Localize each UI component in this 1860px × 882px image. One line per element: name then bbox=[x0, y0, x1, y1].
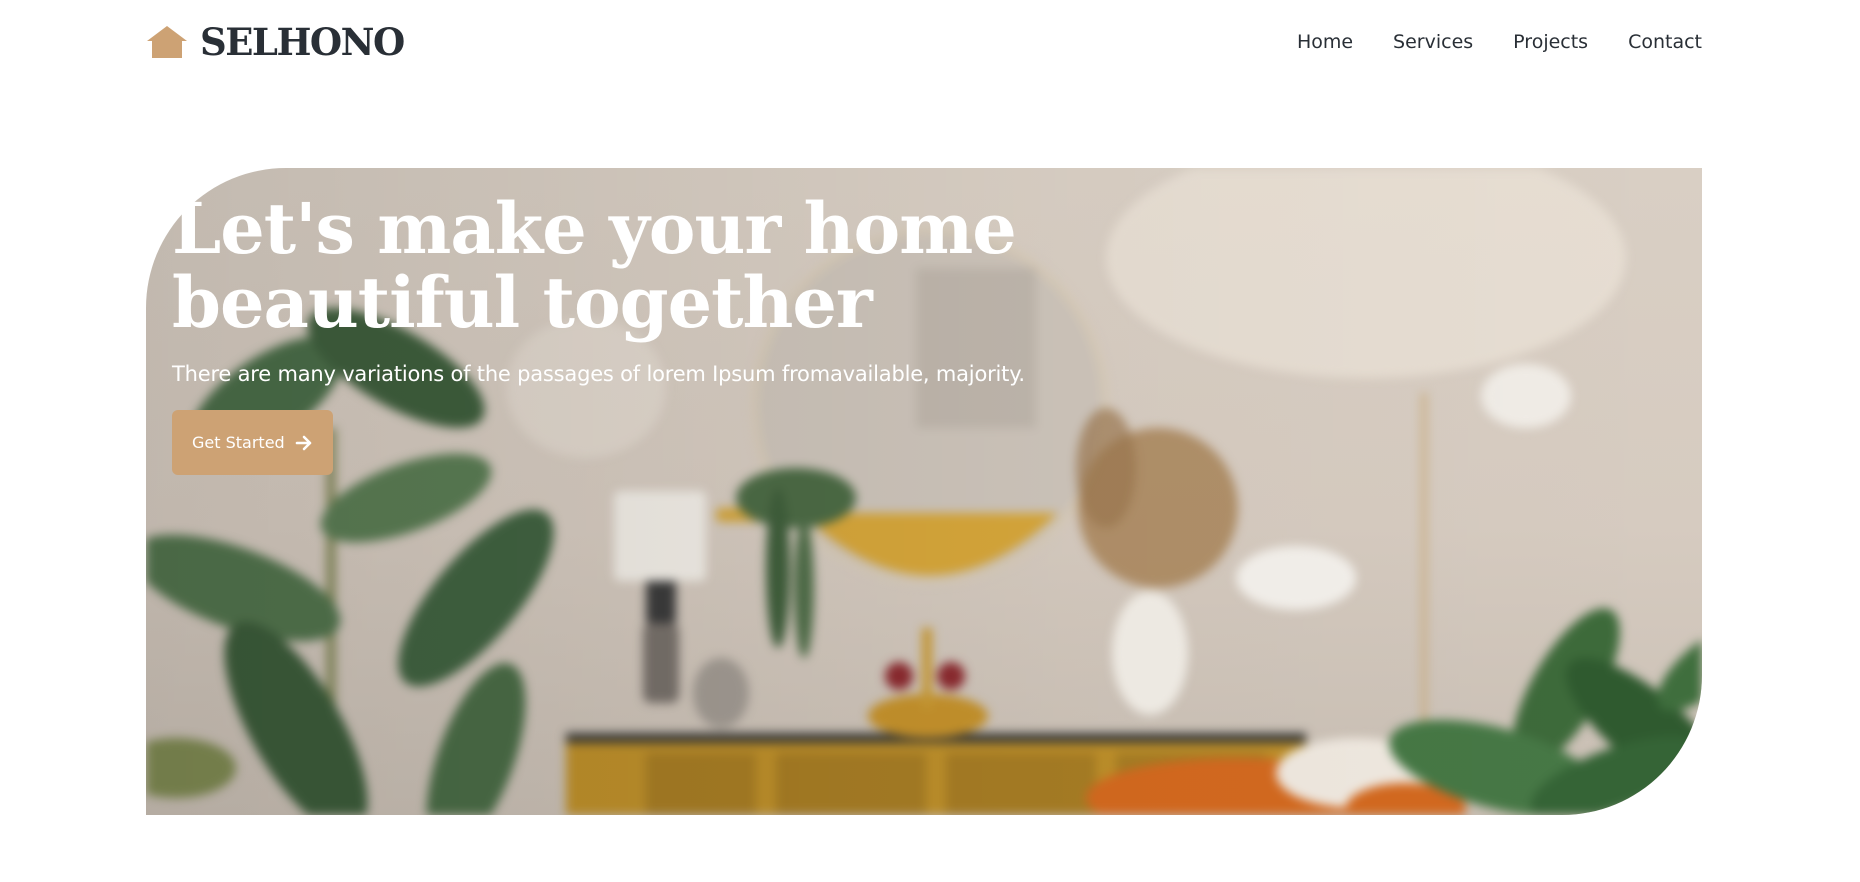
hero-content: Let's make your home beautiful together … bbox=[172, 192, 1072, 475]
brand-name: SELHONO bbox=[200, 20, 405, 64]
house-icon bbox=[147, 26, 187, 58]
hero-title-line: beautiful together bbox=[172, 261, 873, 344]
hero-subtitle: There are many variations of the passage… bbox=[172, 362, 1025, 386]
nav-projects[interactable]: Projects bbox=[1513, 31, 1588, 53]
arrow-right-icon bbox=[295, 435, 311, 450]
nav-services[interactable]: Services bbox=[1393, 31, 1473, 53]
nav-home[interactable]: Home bbox=[1297, 31, 1353, 53]
hero-title: Let's make your home beautiful together bbox=[172, 192, 1072, 340]
get-started-button[interactable]: Get Started bbox=[172, 410, 333, 475]
get-started-label: Get Started bbox=[192, 433, 285, 452]
main-nav: Home Services Projects Contact bbox=[1297, 31, 1702, 53]
hero-title-line: Let's make your home bbox=[172, 187, 1017, 270]
brand-logo[interactable]: SELHONO bbox=[146, 20, 405, 64]
site-header: SELHONO Home Services Projects Contact bbox=[146, 20, 1702, 64]
nav-contact[interactable]: Contact bbox=[1628, 31, 1702, 53]
